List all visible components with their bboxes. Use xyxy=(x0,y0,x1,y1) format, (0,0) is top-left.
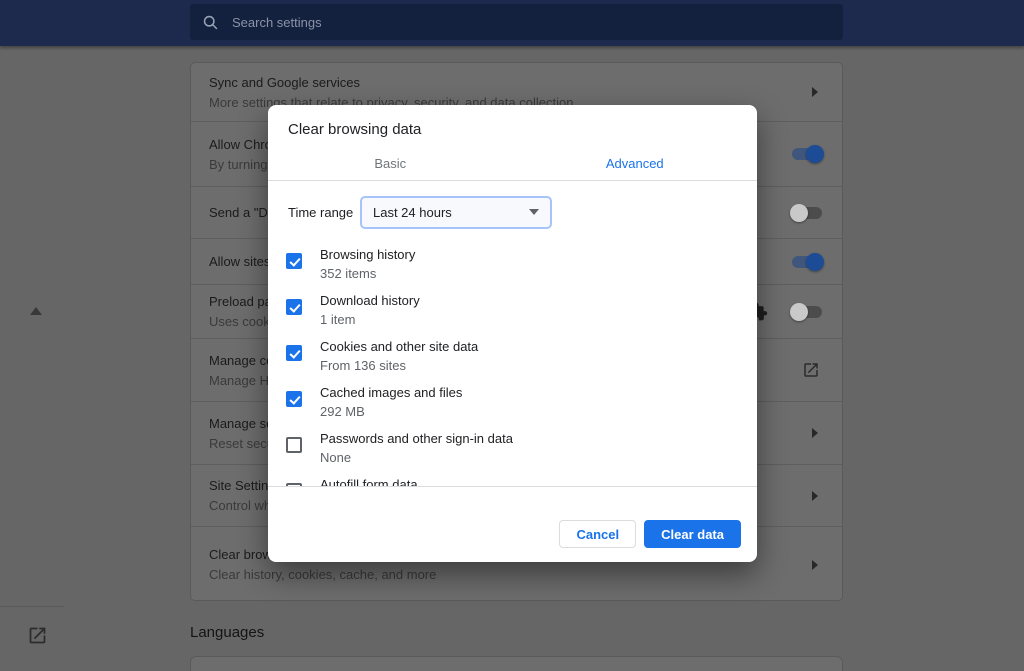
chevron-right-icon xyxy=(812,87,818,97)
item-browsing-history[interactable]: Browsing history 352 items xyxy=(268,243,757,289)
item-text: Cookies and other site data From 136 sit… xyxy=(320,335,478,375)
checkbox[interactable] xyxy=(286,483,302,487)
tab-advanced[interactable]: Advanced xyxy=(513,149,758,180)
item-text: Cached images and files 292 MB xyxy=(320,381,462,421)
item-detail: 352 items xyxy=(320,264,415,283)
triangle-up-icon[interactable] xyxy=(30,307,42,315)
toggle-switch[interactable] xyxy=(792,148,822,160)
chevron-right-icon xyxy=(812,491,818,501)
search-settings-box[interactable] xyxy=(190,4,843,40)
external-link-icon xyxy=(802,361,820,379)
time-range-label: Time range xyxy=(288,205,360,220)
chevron-right-icon xyxy=(812,560,818,570)
magnifier-icon xyxy=(202,14,219,31)
dialog-footer: Cancel Clear data xyxy=(559,520,741,548)
item-detail: From 136 sites xyxy=(320,356,478,375)
item-download-history[interactable]: Download history 1 item xyxy=(268,289,757,335)
checkbox[interactable] xyxy=(286,391,302,407)
time-range-value: Last 24 hours xyxy=(373,205,452,220)
time-range-row: Time range Last 24 hours xyxy=(268,181,757,243)
item-autofill-form-data[interactable]: Autofill form data xyxy=(268,473,757,487)
time-range-select[interactable]: Last 24 hours xyxy=(360,196,552,229)
clear-browsing-data-dialog: Clear browsing data Basic Advanced Time … xyxy=(268,105,757,562)
checkbox[interactable] xyxy=(286,437,302,453)
tab-basic[interactable]: Basic xyxy=(268,149,513,180)
languages-section-heading: Languages xyxy=(190,624,264,641)
item-detail: None xyxy=(320,448,513,467)
item-label: Cookies and other site data xyxy=(320,337,478,356)
item-text: Autofill form data xyxy=(320,473,418,487)
row-title: Sync and Google services xyxy=(209,75,842,90)
checkbox[interactable] xyxy=(286,345,302,361)
external-link-icon[interactable] xyxy=(27,625,48,646)
data-types-list: Browsing history 352 items Download hist… xyxy=(268,243,757,487)
row-subtitle: Clear history, cookies, cache, and more xyxy=(209,567,842,582)
item-text: Passwords and other sign-in data None xyxy=(320,427,513,467)
languages-card xyxy=(190,656,843,671)
cancel-button[interactable]: Cancel xyxy=(559,520,636,548)
chevron-right-icon xyxy=(812,428,818,438)
chrome-settings-screen: Sync and Google services More settings t… xyxy=(0,0,1024,671)
item-detail: 292 MB xyxy=(320,402,462,421)
dialog-tabs: Basic Advanced xyxy=(268,149,757,181)
chevron-down-icon xyxy=(529,209,539,215)
item-passwords-signin-data[interactable]: Passwords and other sign-in data None xyxy=(268,427,757,473)
item-detail: 1 item xyxy=(320,310,420,329)
clear-data-button[interactable]: Clear data xyxy=(644,520,741,548)
item-text: Download history 1 item xyxy=(320,289,420,329)
toggle-knob xyxy=(806,253,824,271)
search-input[interactable] xyxy=(232,15,792,30)
dialog-title: Clear browsing data xyxy=(268,105,757,138)
settings-toolbar xyxy=(0,0,1024,46)
checkbox[interactable] xyxy=(286,253,302,269)
toggle-switch[interactable] xyxy=(792,306,822,318)
item-cookies-site-data[interactable]: Cookies and other site data From 136 sit… xyxy=(268,335,757,381)
item-label: Download history xyxy=(320,291,420,310)
toggle-knob xyxy=(790,303,808,321)
item-label: Passwords and other sign-in data xyxy=(320,429,513,448)
item-cached-images-files[interactable]: Cached images and files 292 MB xyxy=(268,381,757,427)
toggle-switch[interactable] xyxy=(792,207,822,219)
item-label: Browsing history xyxy=(320,245,415,264)
checkbox[interactable] xyxy=(286,299,302,315)
sidebar-divider xyxy=(0,606,64,607)
toggle-knob xyxy=(790,204,808,222)
item-text: Browsing history 352 items xyxy=(320,243,415,283)
item-label: Cached images and files xyxy=(320,383,462,402)
toggle-knob xyxy=(806,145,824,163)
item-label: Autofill form data xyxy=(320,475,418,487)
toggle-switch[interactable] xyxy=(792,256,822,268)
